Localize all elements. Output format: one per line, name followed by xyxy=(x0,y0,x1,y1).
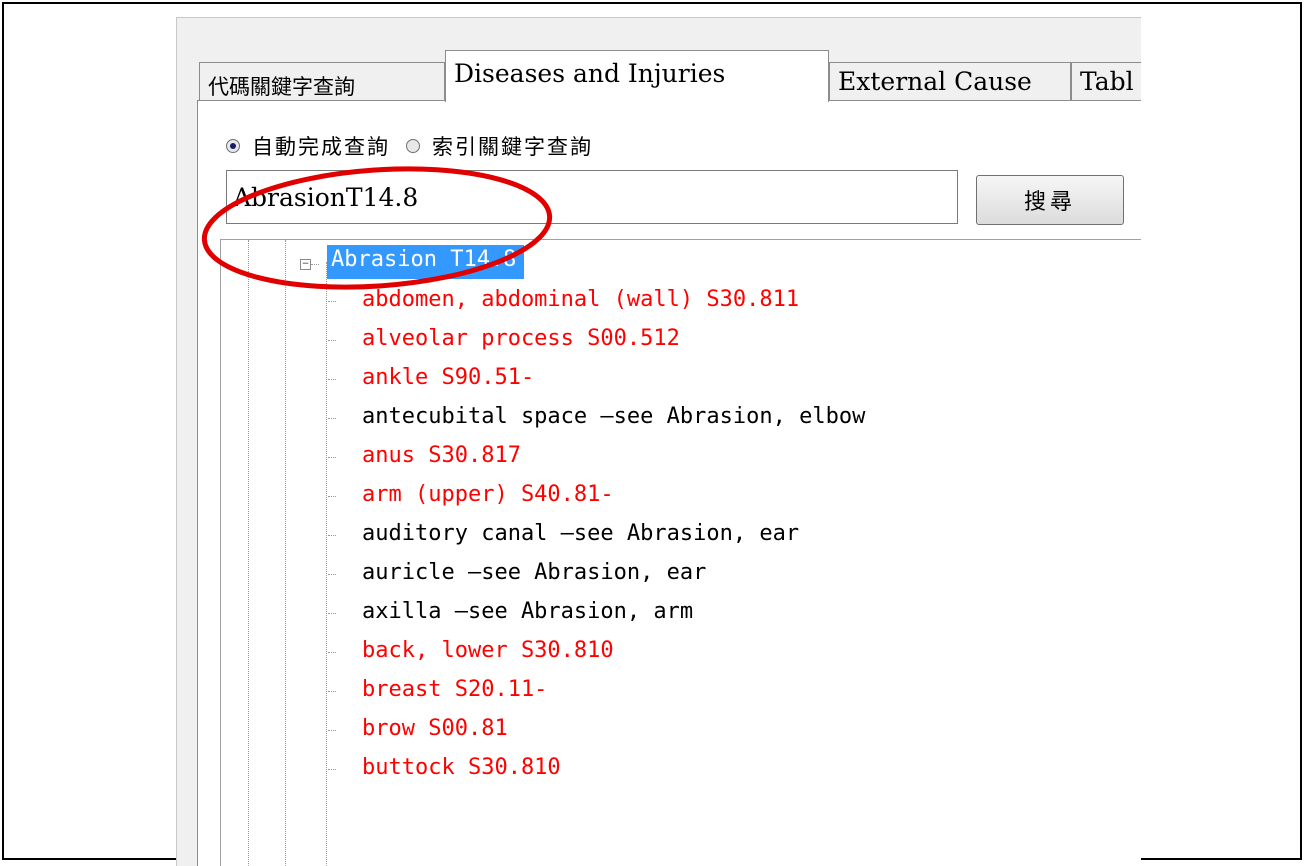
tree-connector xyxy=(311,264,319,265)
tab-table[interactable]: Tabl xyxy=(1071,62,1141,100)
tree-item[interactable]: back, lower S30.810 xyxy=(326,633,865,672)
radio-index-keyword-dot[interactable] xyxy=(406,139,420,153)
tree-item[interactable]: auricle —see Abrasion, ear xyxy=(326,555,865,594)
radio-autocomplete-label: 自動完成查詢 xyxy=(252,135,390,159)
tree-guide-line xyxy=(285,240,286,866)
tree-item[interactable]: buttock S30.810 xyxy=(326,750,865,789)
search-button[interactable]: 搜尋 xyxy=(976,175,1124,225)
tree-item[interactable]: antecubital space —see Abrasion, elbow xyxy=(326,399,865,438)
tree-item[interactable]: alveolar process S00.512 xyxy=(326,321,865,360)
radio-index-keyword[interactable]: 索引關鍵字查詢 xyxy=(406,131,593,161)
tab-content: 自動完成查詢 索引關鍵字查詢 搜尋 − Abrasion T14.8 abdom… xyxy=(197,100,1141,866)
search-input[interactable] xyxy=(226,170,958,224)
tree-item[interactable]: auditory canal —see Abrasion, ear xyxy=(326,516,865,555)
tab-strip: 代碼關鍵字查詢 Diseases and Injuries External C… xyxy=(199,42,1141,102)
tree-root-node[interactable]: Abrasion T14.8 xyxy=(327,245,525,279)
radio-autocomplete-dot[interactable] xyxy=(226,139,240,153)
tab-external-cause[interactable]: External Cause xyxy=(829,62,1071,100)
search-mode-group: 自動完成查詢 索引關鍵字查詢 xyxy=(226,131,609,161)
tab-code-keyword-search[interactable]: 代碼關鍵字查詢 xyxy=(199,62,445,100)
tree-item[interactable]: abdomen, abdominal (wall) S30.811 xyxy=(326,282,865,321)
tree-children: abdomen, abdominal (wall) S30.811 alveola… xyxy=(326,282,865,789)
index-tree: − Abrasion T14.8 abdomen, abdominal (wal… xyxy=(220,239,1141,866)
tree-item[interactable]: anus S30.817 xyxy=(326,438,865,477)
tree-item[interactable]: arm (upper) S40.81- xyxy=(326,477,865,516)
tree-item[interactable]: breast S20.11- xyxy=(326,672,865,711)
radio-index-keyword-label: 索引關鍵字查詢 xyxy=(432,135,593,159)
tab-diseases-and-injuries[interactable]: Diseases and Injuries xyxy=(445,50,829,102)
tree-item[interactable]: brow S00.81 xyxy=(326,711,865,750)
icd-lookup-window: 代碼關鍵字查詢 Diseases and Injuries External C… xyxy=(176,17,1141,866)
radio-autocomplete[interactable]: 自動完成查詢 xyxy=(226,131,390,161)
collapse-icon[interactable]: − xyxy=(300,259,311,270)
tree-guide-line xyxy=(248,240,249,866)
tree-item[interactable]: axilla —see Abrasion, arm xyxy=(326,594,865,633)
tree-item[interactable]: ankle S90.51- xyxy=(326,360,865,399)
